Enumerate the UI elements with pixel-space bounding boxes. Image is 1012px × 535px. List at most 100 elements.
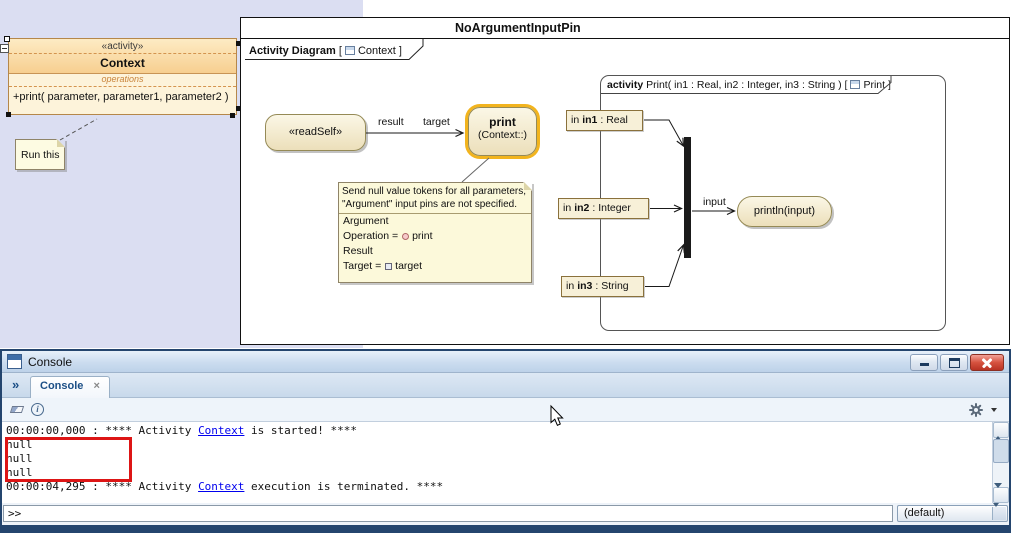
diagram-icon: [345, 46, 355, 55]
target-flow-label: target: [423, 116, 450, 128]
target-label: Target =: [343, 260, 384, 272]
console-line-null: null: [6, 438, 1005, 452]
console-output-text: 00:00:00,000 : **** Activity Context is …: [2, 422, 1009, 496]
maximize-button[interactable]: [940, 354, 968, 371]
minimize-button[interactable]: [910, 354, 938, 371]
arrow-down-icon: [993, 503, 999, 519]
diagram-window-titlebar[interactable]: NoArgumentInputPin: [241, 18, 1009, 39]
diagram-icon: [850, 80, 860, 89]
window-controls: [908, 354, 1004, 371]
activity-frame[interactable]: [600, 75, 946, 331]
console-line-null: null: [6, 452, 1005, 466]
pin-direction: in: [571, 114, 579, 126]
clear-console-icon[interactable]: [10, 406, 24, 413]
class-header: «activity» Context: [9, 39, 236, 74]
scroll-up-button[interactable]: [993, 422, 1009, 438]
join-node-bar[interactable]: [684, 137, 691, 258]
frame-signature: Print( in1 : Real, in2 : Integer, in3 : …: [646, 79, 842, 91]
target-value: target: [395, 260, 422, 272]
maximize-icon: [949, 358, 960, 368]
selection-handle[interactable]: [236, 41, 241, 46]
result-flow-label: result: [378, 116, 404, 128]
scroll-down-button[interactable]: [993, 487, 1009, 503]
readself-action[interactable]: «readSelf»: [265, 114, 366, 151]
screenshot-root: NoArgumentInputPin Activity Diagram [Con…: [0, 0, 1012, 535]
selection-handle[interactable]: [236, 106, 241, 111]
bracket-close: ]: [888, 79, 891, 91]
dropdown-button[interactable]: [992, 507, 1006, 520]
operation-icon: [402, 233, 409, 240]
note-row-target: Target = target: [339, 259, 531, 274]
print-action-qualifier: (Context::): [469, 129, 536, 141]
note-row-result: Result: [339, 244, 531, 259]
bracket-open: [: [339, 45, 342, 57]
class-operation[interactable]: +print( parameter, parameter1, parameter…: [9, 87, 236, 103]
console-window-icon: [7, 354, 22, 369]
console-tab-strip: » Console ×: [2, 373, 1009, 398]
input-pin-in2[interactable]: inin2: Integer: [558, 198, 649, 219]
diagram-name-tab[interactable]: Activity Diagram [Context ]: [249, 42, 402, 61]
scrollbar-thumb[interactable]: [993, 439, 1009, 463]
collapse-compartment-button[interactable]: [0, 44, 9, 53]
frame-keyword: activity: [607, 79, 643, 91]
run-this-note[interactable]: Run this: [15, 139, 65, 170]
pin-direction: in: [563, 202, 571, 214]
tab-console-label: Console: [40, 380, 83, 392]
context-link[interactable]: Context: [198, 480, 244, 493]
diagram-window-title: NoArgumentInputPin: [455, 21, 581, 35]
readself-label: «readSelf»: [289, 126, 342, 138]
console-line-null: null: [6, 466, 1005, 480]
selection-handle[interactable]: [230, 113, 235, 118]
print-action[interactable]: print (Context::): [468, 107, 537, 156]
input-pin-in3[interactable]: inin3: String: [561, 276, 644, 297]
frame-diagram-ref[interactable]: Print: [863, 79, 885, 91]
pin-name: in2: [574, 202, 589, 214]
console-prompt-input[interactable]: >>: [3, 505, 893, 522]
vertical-scrollbar[interactable]: [992, 422, 1009, 503]
activity-frame-header: activity Print( in1 : Real, in2 : Intege…: [607, 79, 891, 91]
close-button[interactable]: [970, 354, 1004, 371]
selection-handle[interactable]: [4, 36, 10, 42]
chevron-icon[interactable]: »: [12, 377, 19, 392]
console-output[interactable]: 00:00:00,000 : **** Activity Context is …: [2, 422, 1009, 503]
gear-dropdown-icon[interactable]: [991, 408, 997, 412]
operations-compartment-label: operations: [9, 74, 236, 87]
note-row-argument: Argument: [339, 214, 531, 229]
pin-type: : Integer: [592, 202, 631, 214]
console-window-title: Console: [28, 355, 72, 369]
console-titlebar[interactable]: Console: [2, 351, 1009, 373]
input-pin-in1[interactable]: inin1: Real: [566, 110, 643, 131]
context-class[interactable]: «activity» Context operations +print( pa…: [8, 38, 237, 115]
console-prompt-row: >> (default): [2, 503, 1009, 524]
pin-type: : String: [595, 280, 628, 292]
arrow-down-icon: [994, 483, 1002, 501]
mode-dropdown[interactable]: (default): [897, 505, 1008, 522]
pin-direction: in: [566, 280, 574, 292]
log-text: execution is terminated. ****: [244, 480, 443, 493]
minimize-icon: [920, 363, 929, 366]
tab-console[interactable]: Console ×: [30, 376, 110, 398]
info-icon[interactable]: [31, 403, 44, 416]
console-line-started: 00:00:00,000 : **** Activity Context is …: [6, 424, 1005, 438]
tab-close-icon[interactable]: ×: [93, 380, 99, 392]
log-text: is started! ****: [244, 424, 357, 437]
class-stereotype: «activity»: [9, 39, 236, 54]
console-window: Console » Console ×: [0, 349, 1011, 533]
console-toolbar: [2, 398, 1009, 422]
pin-name: in3: [577, 280, 592, 292]
selection-handle[interactable]: [6, 112, 11, 117]
run-note-text: Run this: [16, 140, 64, 161]
mode-dropdown-value: (default): [904, 507, 944, 519]
bracket-open: [: [845, 79, 848, 91]
console-line-terminated: 00:00:04,295 : **** Activity Context exe…: [6, 480, 1005, 494]
class-name: Context: [9, 54, 236, 70]
gear-icon[interactable]: [969, 403, 983, 417]
diagram-context-name: Context: [358, 45, 396, 57]
pin-name: in1: [582, 114, 597, 126]
specification-note[interactable]: Send null value tokens for all parameter…: [338, 182, 532, 283]
context-link[interactable]: Context: [198, 424, 244, 437]
bracket-close: ]: [399, 45, 402, 57]
note-row-operation: Operation = print: [339, 229, 531, 244]
operation-label: Operation =: [343, 230, 401, 242]
pin-icon: [385, 263, 392, 270]
